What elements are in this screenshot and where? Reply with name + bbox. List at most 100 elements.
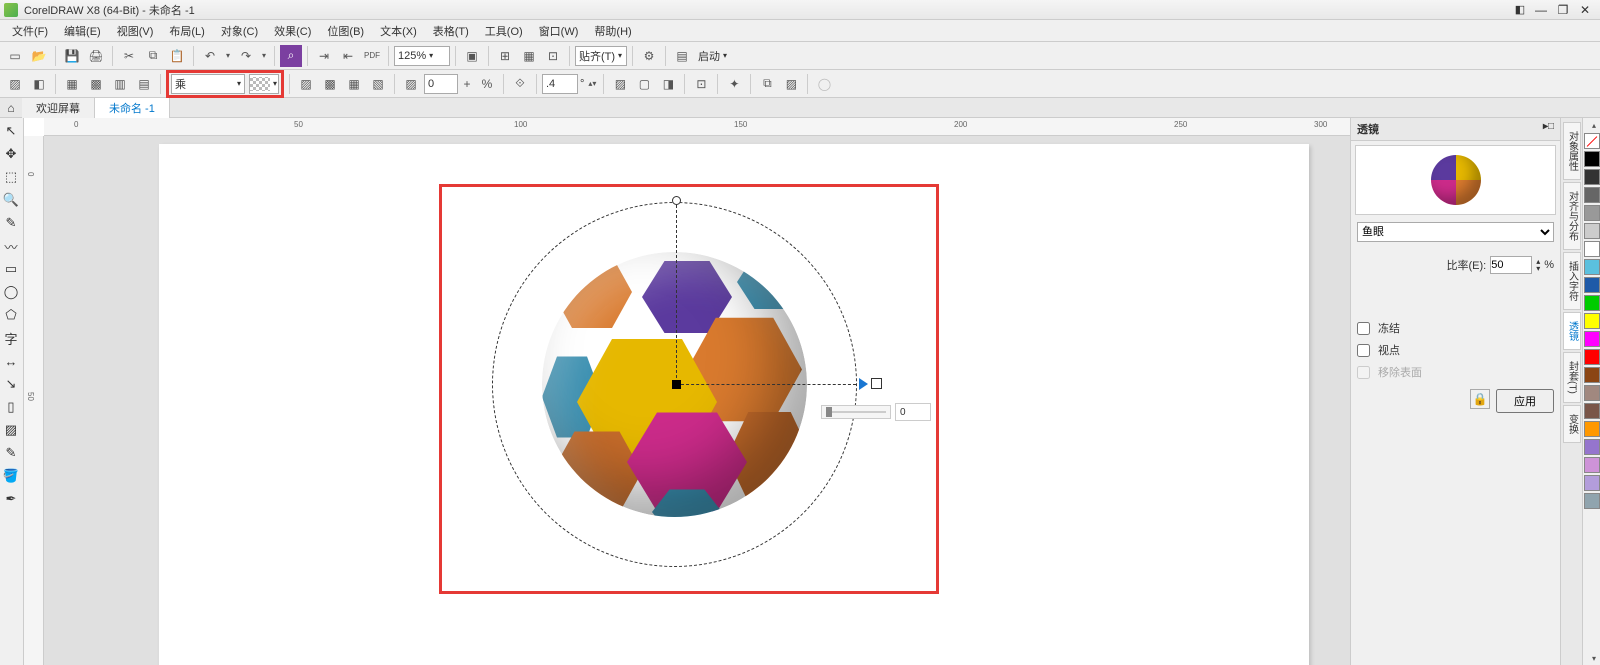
color-swatch[interactable]: [1584, 493, 1600, 509]
tab-insert-char[interactable]: 插入字符: [1563, 252, 1581, 310]
paste-icon[interactable]: 📋: [166, 45, 188, 67]
freeze-checkbox[interactable]: [1357, 322, 1370, 335]
connector-tool-icon[interactable]: ↘: [0, 373, 22, 395]
opacity-field[interactable]: 0: [424, 74, 458, 94]
redo-icon[interactable]: ↷: [235, 45, 257, 67]
menu-window[interactable]: 窗口(W): [531, 21, 587, 41]
lock-icon[interactable]: 🔒: [1470, 389, 1490, 409]
circle-icon[interactable]: ◯: [813, 73, 835, 95]
minimize-button[interactable]: —: [1530, 2, 1552, 18]
star-icon[interactable]: ✦: [723, 73, 745, 95]
color-swatch[interactable]: [1584, 277, 1600, 293]
tab-document[interactable]: 未命名 -1: [95, 98, 170, 118]
print-icon[interactable]: 🖨: [85, 45, 107, 67]
snap-combo[interactable]: 贴齐(T)▾: [575, 46, 627, 66]
export-icon[interactable]: ⇤: [337, 45, 359, 67]
color-swatch[interactable]: [1584, 295, 1600, 311]
color-swatch[interactable]: [1584, 367, 1600, 383]
pattern1-icon[interactable]: ▦: [61, 73, 83, 95]
lens-type-select[interactable]: 鱼眼: [1357, 222, 1554, 242]
transparency-tool-icon[interactable]: ▨: [0, 419, 22, 441]
new-icon[interactable]: ▭: [4, 45, 26, 67]
fountain-transparency-icon[interactable]: ◧: [28, 73, 50, 95]
color-swatch[interactable]: [1584, 259, 1600, 275]
artistic-tool-icon[interactable]: 〰: [0, 235, 22, 257]
color-swatch[interactable]: [1584, 403, 1600, 419]
vertical-ruler[interactable]: 0 50: [24, 136, 44, 665]
color-swatch[interactable]: [1584, 457, 1600, 473]
lens-direction-icon[interactable]: [859, 378, 868, 390]
pick-tool-icon[interactable]: ↖: [0, 120, 22, 142]
rate-input[interactable]: [1490, 256, 1532, 274]
maximize-button[interactable]: ❐: [1552, 2, 1574, 18]
menu-object[interactable]: 对象(C): [213, 21, 266, 41]
color-swatch[interactable]: [1584, 475, 1600, 491]
eyedropper-tool-icon[interactable]: ✎: [0, 442, 22, 464]
polygon-tool-icon[interactable]: ⬠: [0, 304, 22, 326]
color-swatch[interactable]: [1584, 313, 1600, 329]
color-swatch[interactable]: [1584, 223, 1600, 239]
menu-view[interactable]: 视图(V): [109, 21, 162, 41]
apply-to-outline-icon[interactable]: ▢: [633, 73, 655, 95]
shape-tool-icon[interactable]: ✥: [0, 143, 22, 165]
pdf-icon[interactable]: PDF: [361, 45, 383, 67]
free-transform-icon[interactable]: ⟐: [509, 73, 531, 95]
angle-spin[interactable]: ▴▾: [586, 73, 598, 95]
color-swatch[interactable]: [1584, 439, 1600, 455]
menu-layout[interactable]: 布局(L): [161, 21, 212, 41]
lens-right-handle[interactable]: [871, 378, 882, 389]
save-icon[interactable]: 💾: [61, 45, 83, 67]
freeze-icon[interactable]: ⊡: [690, 73, 712, 95]
freehand-tool-icon[interactable]: ✎: [0, 212, 22, 234]
dimension-tool-icon[interactable]: ↔: [0, 350, 22, 372]
horizontal-ruler[interactable]: 0 50 100 150 200 250 300: [44, 118, 1350, 136]
search-icon[interactable]: ⌕: [280, 45, 302, 67]
apply-both-icon[interactable]: ◨: [657, 73, 679, 95]
copy-icon[interactable]: ⧉: [142, 45, 164, 67]
canvas[interactable]: 0: [44, 136, 1350, 665]
opacity-plus-icon[interactable]: +: [460, 73, 474, 95]
viewpoint-checkbox[interactable]: [1357, 344, 1370, 357]
fill-tool-icon[interactable]: 🪣: [0, 465, 22, 487]
transparency-picker[interactable]: ▾: [249, 74, 279, 94]
tab-welcome[interactable]: 欢迎屏幕: [22, 98, 95, 118]
rectangle-tool-icon[interactable]: ▭: [0, 258, 22, 280]
tab-lens[interactable]: 透镜: [1563, 312, 1581, 350]
import-icon[interactable]: ⇥: [313, 45, 335, 67]
clear-icon[interactable]: ▨: [780, 73, 802, 95]
open-icon[interactable]: 📂: [28, 45, 50, 67]
apply-button[interactable]: 应用: [1496, 389, 1554, 413]
color-swatch[interactable]: [1584, 349, 1600, 365]
menu-table[interactable]: 表格(T): [425, 21, 477, 41]
copy-props-icon[interactable]: ⧉: [756, 73, 778, 95]
tab-envelope[interactable]: 封套(T): [1563, 352, 1581, 403]
menu-file[interactable]: 文件(F): [4, 21, 56, 41]
tab-object-props[interactable]: 对象属性: [1563, 122, 1581, 180]
palette-up-icon[interactable]: ▴: [1583, 118, 1600, 132]
transparency-slider[interactable]: [821, 405, 891, 419]
opacity-pct-icon[interactable]: %: [476, 73, 498, 95]
launch-icon[interactable]: ▤: [671, 45, 693, 67]
pattern4-icon[interactable]: ▤: [133, 73, 155, 95]
uniform-transparency-icon[interactable]: ▨: [4, 73, 26, 95]
guides-icon[interactable]: ⊡: [542, 45, 564, 67]
apply-to-fill-icon[interactable]: ▨: [609, 73, 631, 95]
ellipse-tool-icon[interactable]: ◯: [0, 281, 22, 303]
home-tab-icon[interactable]: ⌂: [0, 98, 22, 118]
color-swatch[interactable]: [1584, 241, 1600, 257]
menu-help[interactable]: 帮助(H): [586, 21, 639, 41]
pattern2-icon[interactable]: ▩: [85, 73, 107, 95]
undo-dropdown-icon[interactable]: ▾: [223, 45, 233, 67]
outline-tool-icon[interactable]: ✒: [0, 488, 22, 510]
launch-combo[interactable]: 启动▾: [695, 46, 735, 66]
tp-d-icon[interactable]: ▧: [367, 73, 389, 95]
color-swatch[interactable]: [1584, 331, 1600, 347]
tab-align[interactable]: 对齐与分布: [1563, 182, 1581, 250]
color-swatch[interactable]: [1584, 169, 1600, 185]
tp-b-icon[interactable]: ▩: [319, 73, 341, 95]
text-tool-icon[interactable]: 字: [0, 327, 22, 349]
palette-down-icon[interactable]: ▾: [1583, 651, 1600, 665]
angle-field[interactable]: .4: [542, 74, 578, 94]
cut-icon[interactable]: ✂: [118, 45, 140, 67]
menu-effects[interactable]: 效果(C): [266, 21, 319, 41]
